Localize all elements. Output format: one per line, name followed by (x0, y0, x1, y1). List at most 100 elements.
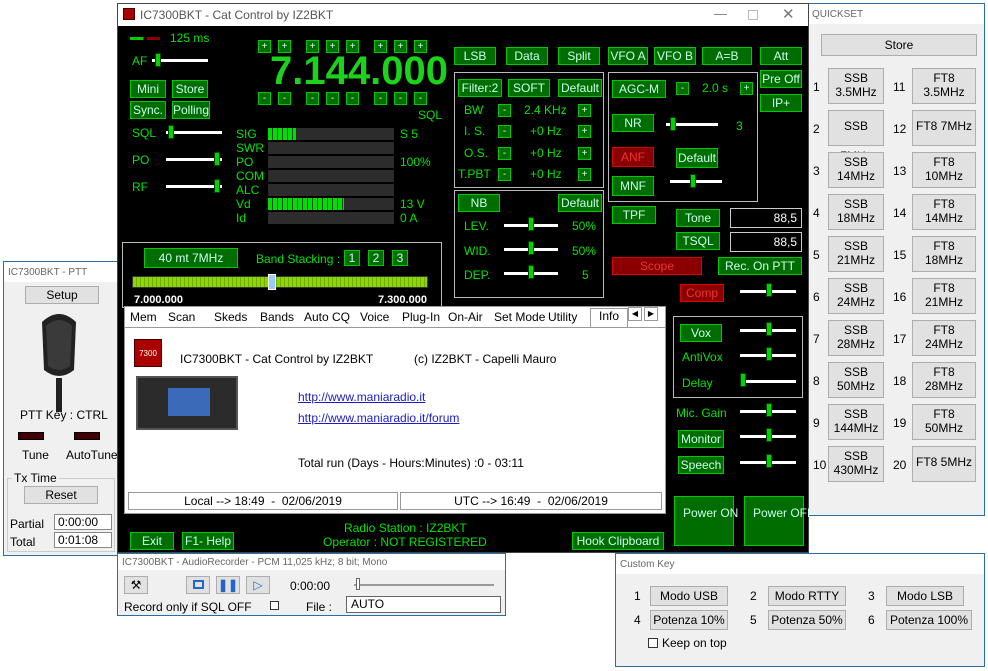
ip-button[interactable]: IP+ (760, 94, 802, 112)
keep-on-top-checkbox[interactable] (648, 638, 658, 648)
forum-link[interactable]: http://www.maniaradio.it/forum (298, 411, 459, 425)
quickset-ssb-18mhz[interactable]: SSB 18MHz (828, 194, 884, 230)
freq-up-7[interactable]: + (414, 40, 427, 53)
comp-button[interactable]: Comp (680, 284, 724, 302)
file-input[interactable]: AUTO (346, 596, 501, 613)
mode-button-vfo-b[interactable]: VFO B (654, 47, 696, 65)
pause-button[interactable]: ❚❚ (216, 576, 240, 594)
freq-down-2[interactable]: - (306, 92, 319, 105)
quickset-store-button[interactable]: Store (821, 34, 977, 56)
tab-skeds[interactable]: Skeds (214, 310, 247, 324)
quickset-ft8-24mhz[interactable]: FT8 24MHz (912, 320, 976, 356)
website-link[interactable]: http://www.maniaradio.it (298, 390, 425, 404)
band-scale[interactable] (132, 276, 428, 288)
nr-button[interactable]: NR (612, 114, 654, 132)
filter-default-button[interactable]: Default (558, 79, 602, 97)
freq-down-1[interactable]: - (278, 92, 291, 105)
mnf-knob[interactable] (690, 174, 696, 188)
lev-knob[interactable] (528, 217, 534, 231)
af-knob[interactable] (155, 53, 161, 67)
quickset-ft8-5mhz[interactable]: FT8 5MHz (912, 446, 976, 482)
sync-button[interactable]: Sync. (130, 101, 166, 119)
tab-voice[interactable]: Voice (360, 310, 389, 324)
tab-utility[interactable]: Utility (548, 310, 577, 324)
quickset-ft8-50mhz[interactable]: FT8 50MHz (912, 404, 976, 440)
mnf-slider[interactable] (670, 180, 722, 183)
tab-bands[interactable]: Bands (260, 310, 294, 324)
freq-down-6[interactable]: - (394, 92, 407, 105)
mode-button-vfo-a[interactable]: VFO A (608, 47, 648, 65)
mini-button[interactable]: Mini (130, 80, 166, 98)
po-knob[interactable] (214, 152, 220, 166)
custom-key-modo-lsb[interactable]: Modo LSB (886, 586, 964, 606)
dep-knob[interactable] (528, 265, 534, 279)
freq-down-5[interactable]: - (374, 92, 387, 105)
tab-set-mode[interactable]: Set Mode (494, 310, 545, 324)
quickset-ssb-21mhz[interactable]: SSB 21MHz (828, 236, 884, 272)
close-button[interactable]: ✕ (782, 5, 795, 23)
nb-button[interactable]: NB (458, 194, 500, 212)
freq-down-3[interactable]: - (326, 92, 339, 105)
tab-mem[interactable]: Mem (130, 310, 157, 324)
quickset-ssb-144mhz[interactable]: SSB 144MHz (828, 404, 884, 440)
tab-plug-in[interactable]: Plug-In (402, 310, 440, 324)
monitor-knob[interactable] (766, 428, 772, 442)
sql-slider[interactable] (166, 131, 222, 134)
maximize-button[interactable] (748, 10, 758, 20)
quickset-ft8-7mhz[interactable]: FT8 7MHz (912, 110, 976, 146)
record-position-thumb[interactable] (356, 578, 360, 590)
setup-button[interactable]: Setup (25, 286, 99, 304)
freq-up-0[interactable]: + (258, 40, 271, 53)
freq-up-5[interactable]: + (374, 40, 387, 53)
vox-button[interactable]: Vox (680, 324, 722, 342)
polling-button[interactable]: Polling (172, 101, 210, 119)
record-only-checkbox[interactable] (270, 601, 279, 610)
settings-tool-icon[interactable]: ⚒ (124, 576, 148, 594)
freq-up-4[interactable]: + (346, 40, 359, 53)
antivox-knob[interactable] (766, 347, 772, 361)
help-button[interactable]: F1- Help (182, 532, 234, 550)
quickset-ssb-28mhz[interactable]: SSB 28MHz (828, 320, 884, 356)
quickset-ssb-7mhz[interactable]: SSB 7MHz (828, 110, 884, 163)
mode-button-data[interactable]: Data (506, 47, 548, 65)
stop-button[interactable] (186, 576, 210, 594)
band-button[interactable]: 40 mt 7MHz (144, 248, 238, 268)
bw-minus[interactable]: - (498, 104, 511, 117)
quickset-ft8-14mhz[interactable]: FT8 14MHz (912, 194, 976, 230)
custom-key-modo-usb[interactable]: Modo USB (650, 586, 728, 606)
anf-button[interactable]: ANF (612, 147, 654, 167)
rf-knob[interactable] (214, 179, 220, 193)
custom-key-potenza-50-[interactable]: Potenza 50% (768, 610, 846, 630)
custom-key-potenza-100-[interactable]: Potenza 100% (886, 610, 972, 630)
agc-plus[interactable]: + (740, 82, 753, 95)
mode-button-lsb[interactable]: LSB (454, 47, 496, 65)
wid-knob[interactable] (528, 241, 534, 255)
power-on-button[interactable]: Power ON (674, 496, 738, 546)
quickset-ft8-18mhz[interactable]: FT8 18MHz (912, 236, 976, 272)
freq-up-1[interactable]: + (278, 40, 291, 53)
vox-knob[interactable] (766, 322, 772, 336)
agc-button[interactable]: AGC-M (612, 80, 666, 98)
os-plus[interactable]: + (578, 147, 591, 160)
pre-button[interactable]: Pre Off (760, 70, 802, 88)
tone-button[interactable]: Tone (676, 209, 720, 227)
tab-auto-cq[interactable]: Auto CQ (304, 310, 350, 324)
is-minus[interactable]: - (498, 125, 511, 138)
band-stack-1[interactable]: 1 (344, 250, 360, 266)
tab-on-air[interactable]: On-Air (448, 310, 483, 324)
notch-default-button[interactable]: Default (676, 148, 718, 168)
custom-key-potenza-10-[interactable]: Potenza 10% (650, 610, 728, 630)
hook-clipboard-button[interactable]: Hook Clipboard (572, 532, 664, 550)
quickset-ft8-28mhz[interactable]: FT8 28MHz (912, 362, 976, 398)
band-stack-3[interactable]: 3 (392, 250, 408, 266)
tab-scan[interactable]: Scan (168, 310, 195, 324)
speech-button[interactable]: Speech (678, 456, 724, 474)
tpbt-minus[interactable]: - (498, 168, 511, 181)
store-button[interactable]: Store (172, 80, 208, 98)
tab-info[interactable]: Info (590, 308, 629, 328)
tsql-value[interactable]: 88,5 (730, 232, 802, 252)
sql-knob[interactable] (168, 125, 174, 139)
mode-button-att[interactable]: Att (760, 47, 802, 65)
band-scale-marker[interactable] (268, 274, 276, 290)
is-plus[interactable]: + (578, 125, 591, 138)
